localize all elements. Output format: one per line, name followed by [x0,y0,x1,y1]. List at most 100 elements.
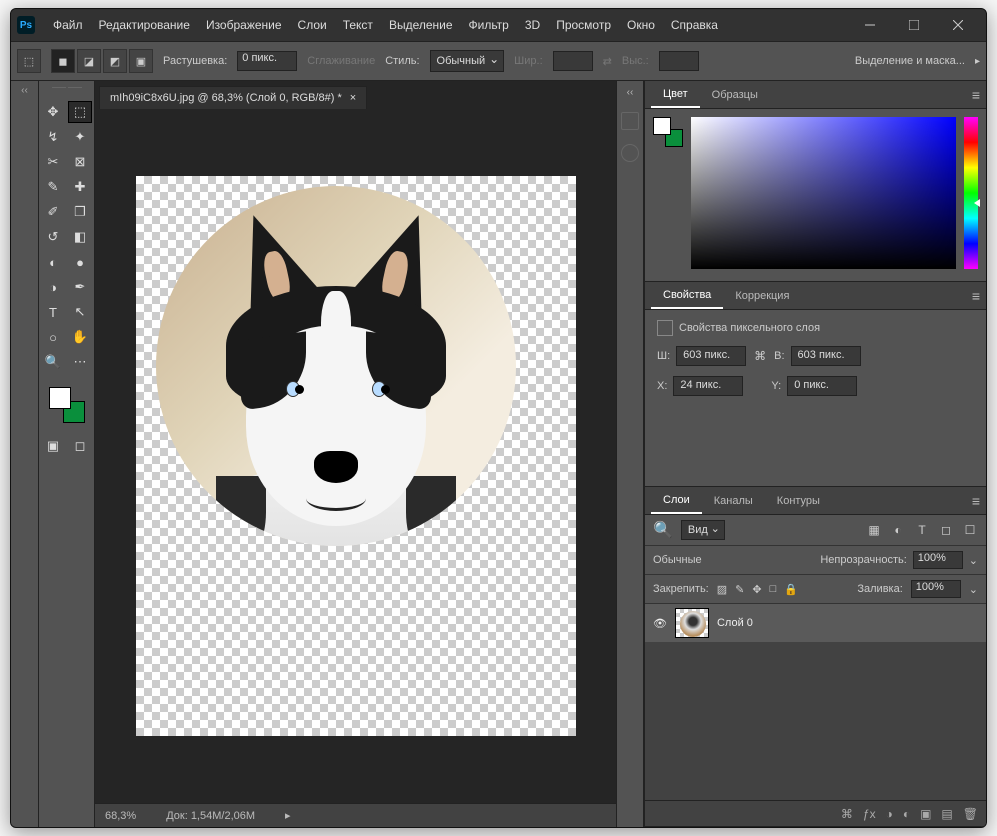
canvas[interactable] [136,176,576,736]
filter-type-icon[interactable]: T [914,523,930,537]
menu-view[interactable]: Просмотр [548,14,619,36]
zoom-display[interactable]: 68,3% [105,810,136,822]
stamp-tool-icon[interactable]: ❐ [68,201,92,223]
feather-input[interactable]: 0 пикс. [237,51,297,71]
lock-artboard-icon[interactable]: □ [770,583,777,595]
delete-layer-icon[interactable]: 🗑 [963,807,978,821]
toolbox-grip[interactable] [52,85,82,91]
subtract-selection-icon[interactable]: ◩ [103,49,127,73]
dodge-tool-icon[interactable]: ◑ [41,276,65,298]
menu-image[interactable]: Изображение [198,14,290,36]
layer-filter-kind[interactable]: Вид [681,520,725,540]
close-button[interactable] [936,11,980,39]
menu-select[interactable]: Выделение [381,14,461,36]
minimize-button[interactable] [848,11,892,39]
color-mini-swatch[interactable] [653,117,683,147]
blend-mode-select[interactable]: Обычные [653,554,763,566]
layer-fx-icon[interactable]: ƒx [863,807,876,821]
zoom-tool-icon[interactable]: 🔍 [41,351,65,373]
tab-swatches[interactable]: Образцы [700,83,770,107]
tab-channels[interactable]: Каналы [702,489,765,513]
layer-mask-icon[interactable]: ◑ [886,807,893,821]
visibility-eye-icon[interactable]: 👁 [653,617,667,630]
layer-name[interactable]: Слой 0 [717,617,753,629]
properties-panel-menu-icon[interactable]: ≡ [972,288,980,304]
lock-image-icon[interactable]: ✎ [735,583,744,596]
maximize-button[interactable] [892,11,936,39]
prop-w-input[interactable]: 603 пикс. [676,346,746,366]
color-panel-menu-icon[interactable]: ≡ [972,87,980,103]
tab-layers[interactable]: Слои [651,488,702,514]
add-selection-icon[interactable]: ◪ [77,49,101,73]
options-flyout-icon[interactable]: ▸ [975,56,980,67]
marquee-tool-icon[interactable]: ⬚ [68,101,92,123]
layers-panel-menu-icon[interactable]: ≡ [972,493,980,509]
new-layer-icon[interactable]: ▤ [941,807,952,821]
layer-thumbnail[interactable] [675,608,709,638]
opacity-chevron-icon[interactable]: ⌄ [969,554,978,567]
menu-layer[interactable]: Слои [290,14,335,36]
menu-help[interactable]: Справка [663,14,726,36]
frame-tool-icon[interactable]: ⊠ [68,151,92,173]
menu-3d[interactable]: 3D [517,14,548,36]
docsize-display[interactable]: Док: 1,54M/2,06M [166,810,255,822]
hand-tool-icon[interactable]: ✋ [68,326,92,348]
panel-icon-info[interactable] [621,144,639,162]
lock-all-icon[interactable]: 🔒 [784,583,798,596]
prop-y-input[interactable]: 0 пикс. [787,376,857,396]
foreground-swatch[interactable] [49,387,71,409]
history-brush-tool-icon[interactable]: ↺ [41,226,65,248]
select-and-mask-button[interactable]: Выделение и маска... [855,55,965,67]
tab-properties[interactable]: Свойства [651,283,723,309]
layer-filter-search-icon[interactable]: 🔍 [653,520,673,540]
menu-edit[interactable]: Редактирование [91,14,198,36]
opacity-input[interactable]: 100% [913,551,963,569]
link-layers-icon[interactable]: ⌘ [841,807,853,821]
left-collapse-tab[interactable]: ‹‹ [11,81,39,827]
menu-window[interactable]: Окно [619,14,663,36]
intersect-selection-icon[interactable]: ▣ [129,49,153,73]
healing-tool-icon[interactable]: ✚ [68,176,92,198]
collapse-right-icon[interactable]: ‹‹ [627,87,634,98]
new-selection-icon[interactable]: ◼ [51,49,75,73]
path-select-tool-icon[interactable]: ↖ [68,301,92,323]
panel-icon-history[interactable] [621,112,639,130]
filter-adjust-icon[interactable]: ◐ [890,523,906,537]
tab-adjustments[interactable]: Коррекция [723,284,801,308]
fill-input[interactable]: 100% [911,580,961,598]
link-wh-icon[interactable]: ⌘ [752,348,768,364]
quick-mask-icon[interactable]: ◻ [68,435,92,457]
tab-color[interactable]: Цвет [651,82,700,108]
lasso-tool-icon[interactable]: ↯ [41,126,65,148]
menu-file[interactable]: Файл [45,14,91,36]
eyedropper-tool-icon[interactable]: ✎ [41,176,65,198]
menu-text[interactable]: Текст [335,14,381,36]
color-swatches[interactable] [49,387,85,423]
canvas-viewport[interactable] [95,109,616,803]
lock-transparent-icon[interactable]: ▨ [717,583,727,596]
crop-tool-icon[interactable]: ✂ [41,151,65,173]
style-select[interactable]: Обычный [430,50,505,72]
adjustment-layer-icon[interactable]: ◐ [903,807,910,821]
type-tool-icon[interactable]: T [41,301,65,323]
brush-tool-icon[interactable]: ✐ [41,201,65,223]
filter-smart-icon[interactable]: ☐ [962,523,978,537]
tab-paths[interactable]: Контуры [765,489,832,513]
color-field[interactable] [691,117,956,269]
prop-h-input[interactable]: 603 пикс. [791,346,861,366]
filter-pixel-icon[interactable]: ▦ [866,523,882,537]
prop-x-input[interactable]: 24 пикс. [673,376,743,396]
fill-chevron-icon[interactable]: ⌄ [969,583,978,596]
blur-tool-icon[interactable]: ● [68,251,92,273]
screen-mode-icon[interactable]: ▣ [41,435,65,457]
edit-toolbar-icon[interactable]: ⋯ [68,351,92,373]
status-flyout-icon[interactable]: ▸ [285,809,291,822]
pen-tool-icon[interactable]: ✒ [68,276,92,298]
filter-shape-icon[interactable]: ◻ [938,523,954,537]
move-tool-icon[interactable]: ✥ [41,101,65,123]
group-icon[interactable]: ▣ [920,807,931,821]
gradient-tool-icon[interactable]: ◐ [41,251,65,273]
shape-tool-icon[interactable]: ○ [41,326,65,348]
layer-row[interactable]: 👁 Слой 0 [645,604,986,642]
quick-select-tool-icon[interactable]: ✦ [68,126,92,148]
